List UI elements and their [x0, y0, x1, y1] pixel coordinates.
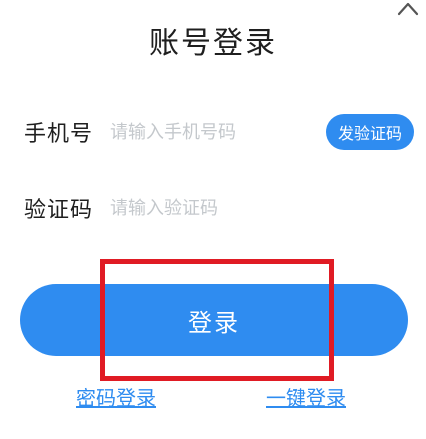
- login-button[interactable]: 登录: [20, 284, 408, 356]
- code-label: 验证码: [24, 198, 94, 223]
- code-input[interactable]: [104, 190, 414, 226]
- onekey-login-link[interactable]: 一键登录: [266, 382, 346, 411]
- send-code-button[interactable]: 发验证码: [325, 114, 414, 150]
- phone-row: 手机号 发验证码: [24, 112, 414, 152]
- highlight-gap-top: [110, 269, 324, 277]
- phone-input[interactable]: [104, 114, 326, 150]
- code-row: 验证码: [24, 188, 414, 228]
- page-title: 账号登录: [149, 26, 277, 61]
- chevron-up-icon: [397, 2, 419, 16]
- highlight-gap-bottom: [110, 363, 324, 371]
- collapse-button[interactable]: [392, 0, 424, 22]
- password-login-link[interactable]: 密码登录: [76, 382, 156, 411]
- phone-label: 手机号: [24, 122, 94, 147]
- login-page: 账号登录 手机号 发验证码 验证码 登录 密码登录 一键登录: [0, 0, 426, 439]
